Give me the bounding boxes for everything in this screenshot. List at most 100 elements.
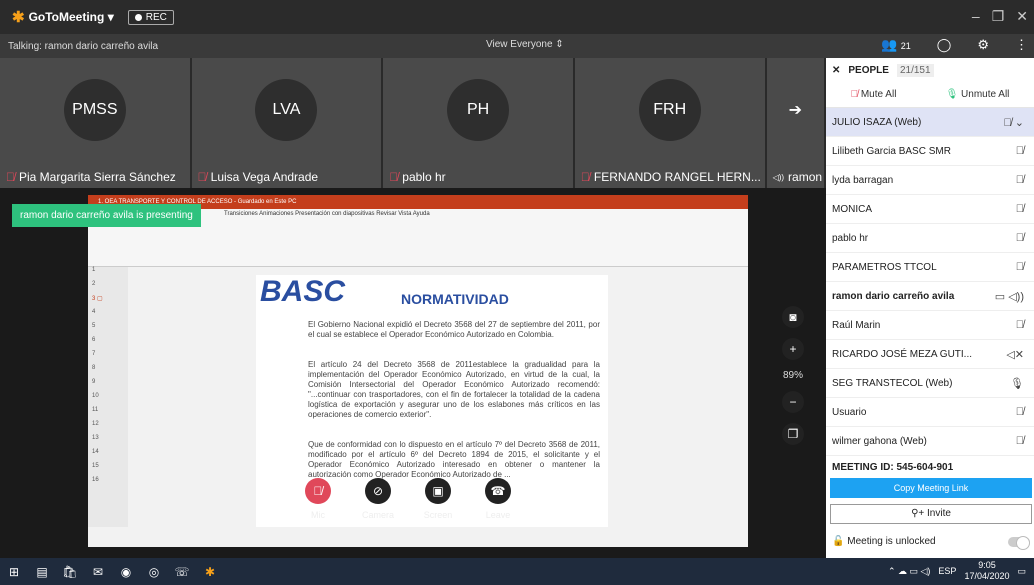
camera-snapshot-icon[interactable]: ◙: [782, 306, 804, 328]
participant-name: PARAMETROS TTCOL: [832, 261, 937, 273]
slide-thumb: 6: [92, 337, 96, 343]
unmute-all-label: Unmute All: [961, 89, 1010, 100]
mic-icon[interactable]: 🎙: [1010, 377, 1024, 390]
clock-time: 9:05: [978, 560, 996, 570]
video-tile[interactable]: LVA 🎙̸ Luisa Vega Andrade: [191, 58, 382, 188]
system-tray: ⌃ ☁ ▭ ◁) ESP 9:05 17/04/2020 ▭: [888, 560, 1026, 582]
muted-mic-icon[interactable]: 🎙̸: [1016, 232, 1024, 244]
muted-mic-icon[interactable]: 🎙̸ ⌄: [1003, 116, 1024, 129]
ppt-tabs: Transiciones Animaciones Presentación co…: [224, 211, 430, 217]
participant-row[interactable]: PARAMETROS TTCOL 🎙̸: [826, 253, 1034, 282]
avatar: FRH: [638, 79, 701, 141]
gotomeeting-taskbar-icon[interactable]: ✱: [196, 558, 224, 585]
chrome-icon[interactable]: ◎: [140, 558, 168, 585]
close-panel-icon[interactable]: ✕: [832, 65, 840, 76]
camera-button[interactable]: ⊘ Camera: [360, 478, 396, 520]
file-explorer-icon[interactable]: ▤: [28, 558, 56, 585]
rec-button[interactable]: REC: [127, 9, 174, 25]
participant-row[interactable]: wilmer gahona (Web) 🎙̸: [826, 427, 1034, 456]
screen-button[interactable]: ▣ Screen: [420, 478, 456, 520]
slide-thumb: 15: [92, 463, 99, 469]
zoom-out-button[interactable]: −: [782, 391, 804, 413]
more-options-icon[interactable]: ⋮: [1015, 37, 1028, 53]
muted-mic-icon: 🎙̸: [580, 170, 590, 184]
slide-thumb: 9: [92, 379, 96, 385]
leave-label: Leave: [485, 510, 511, 520]
participant-row[interactable]: Lilibeth Garcia BASC SMR 🎙̸: [826, 137, 1034, 166]
mic-button[interactable]: 🎙̸ Mic: [300, 478, 336, 520]
leave-button[interactable]: ☎ Leave: [480, 478, 516, 520]
people-button[interactable]: 👥 21: [881, 37, 911, 53]
avatar: PH: [447, 79, 510, 141]
participant-row[interactable]: Usuario 🎙̸: [826, 398, 1034, 427]
people-header: ✕ PEOPLE 21/151: [826, 58, 1034, 82]
next-arrow-icon[interactable]: ➔: [785, 100, 805, 120]
muted-mic-icon[interactable]: 🎙̸: [1016, 145, 1024, 157]
presenter-speaking-icon: ▭ ◁)): [994, 290, 1024, 303]
zoom-in-button[interactable]: +: [782, 338, 804, 360]
unmute-all-button[interactable]: 🎙 Unmute All: [946, 89, 1010, 100]
screen-share-icon: ▣: [425, 478, 451, 504]
participant-row[interactable]: lyda barragan 🎙̸: [826, 166, 1034, 195]
muted-mic-icon[interactable]: 🎙̸: [1016, 435, 1024, 447]
screen-share-area: 1. OEA TRANSPORTE Y CONTROL DE ACCESO - …: [0, 188, 826, 558]
tile-name: Pia Margarita Sierra Sánchez: [19, 170, 176, 184]
avatar: LVA: [255, 79, 318, 141]
video-tile[interactable]: ➔ ◁)) ramon: [766, 58, 825, 188]
rec-dot-icon: [134, 13, 142, 21]
settings-gear-icon[interactable]: ⚙: [977, 37, 989, 53]
view-label: View Everyone: [486, 39, 553, 50]
tray-icons[interactable]: ⌃ ☁ ▭ ◁): [888, 566, 930, 577]
mic-muted-icon: 🎙̸: [305, 478, 331, 504]
muted-mic-icon[interactable]: 🎙̸: [1016, 174, 1024, 186]
participant-row[interactable]: ramon dario carreño avila ▭ ◁)): [826, 282, 1034, 311]
participant-row[interactable]: SEG TRANSTECOL (Web) 🎙: [826, 369, 1034, 398]
whatsapp-icon[interactable]: ☏: [168, 558, 196, 585]
fit-screen-icon[interactable]: ❐: [782, 423, 804, 445]
chat-icon[interactable]: ◯: [937, 37, 952, 53]
muted-mic-icon[interactable]: 🎙̸: [1016, 261, 1024, 273]
participant-name: RICARDO JOSÉ MEZA GUTI...: [832, 348, 973, 360]
clock[interactable]: 9:05 17/04/2020: [964, 560, 1009, 582]
video-tile[interactable]: PH 🎙̸ pablo hr: [383, 58, 573, 188]
participant-row[interactable]: MONICA 🎙̸: [826, 195, 1034, 224]
participant-row[interactable]: Raúl Marin 🎙̸: [826, 311, 1034, 340]
video-tile[interactable]: PMSS 🎙̸ Pia Margarita Sierra Sánchez: [0, 58, 190, 188]
clock-date: 17/04/2020: [964, 571, 1010, 581]
participant-name: ramon dario carreño avila: [832, 290, 955, 302]
copy-meeting-link-button[interactable]: Copy Meeting Link: [830, 478, 1032, 498]
mail-icon[interactable]: ✉: [84, 558, 112, 585]
language-indicator[interactable]: ESP: [938, 566, 956, 576]
mute-all-button[interactable]: 🎙̸ Mute All: [851, 89, 897, 100]
tile-name: FERNANDO RANGEL HERN...: [593, 170, 761, 184]
tile-name: Luisa Vega Andrade: [210, 170, 319, 184]
gotomeeting-logo-icon: ✱: [12, 9, 25, 26]
video-tiles: PMSS 🎙̸ Pia Margarita Sierra Sánchez LVA …: [0, 58, 826, 188]
participant-name: wilmer gahona (Web): [832, 435, 927, 447]
slide-thumb: 14: [92, 449, 99, 455]
video-tile[interactable]: FRH 🎙̸ FERNANDO RANGEL HERN...: [574, 58, 765, 188]
participant-row[interactable]: RICARDO JOSÉ MEZA GUTI... ◁✕: [826, 340, 1034, 369]
close-icon[interactable]: ✕: [1016, 8, 1028, 25]
windows-start-icon[interactable]: ⊞: [0, 558, 28, 585]
muted-mic-icon[interactable]: 🎙̸: [1016, 319, 1024, 331]
lock-toggle[interactable]: [1008, 535, 1030, 550]
minimize-icon[interactable]: –: [972, 8, 980, 25]
store-icon[interactable]: 🛍: [56, 558, 84, 585]
app-logo[interactable]: ✱ GoToMeeting ▾: [12, 8, 114, 26]
meeting-id: MEETING ID: 545-604-901: [832, 462, 954, 473]
muted-mic-icon[interactable]: 🎙̸: [1016, 406, 1024, 418]
participant-row[interactable]: pablo hr 🎙̸: [826, 224, 1034, 253]
notifications-icon[interactable]: ▭: [1017, 566, 1026, 577]
participant-name: MONICA: [832, 203, 872, 215]
view-selector[interactable]: View Everyone ⇕: [486, 39, 564, 50]
windows-taskbar: ⊞ ▤ 🛍 ✉ ◉ ◎ ☏ ✱ ⌃ ☁ ▭ ◁) ESP 9:05 17/04/2…: [0, 558, 1034, 585]
speaker-muted-icon[interactable]: ◁✕: [1006, 348, 1024, 361]
muted-mic-icon[interactable]: 🎙̸: [1016, 203, 1024, 215]
invite-button[interactable]: ⚲+ Invite: [830, 504, 1032, 524]
participant-row[interactable]: JULIO ISAZA (Web) 🎙̸ ⌄: [826, 108, 1034, 137]
restore-icon[interactable]: ❐: [992, 8, 1005, 25]
right-toolbar: 👥 21 ◯ ⚙ ⋮: [826, 34, 1034, 58]
attendee-count: 21: [900, 41, 911, 51]
app-icon[interactable]: ◉: [112, 558, 140, 585]
